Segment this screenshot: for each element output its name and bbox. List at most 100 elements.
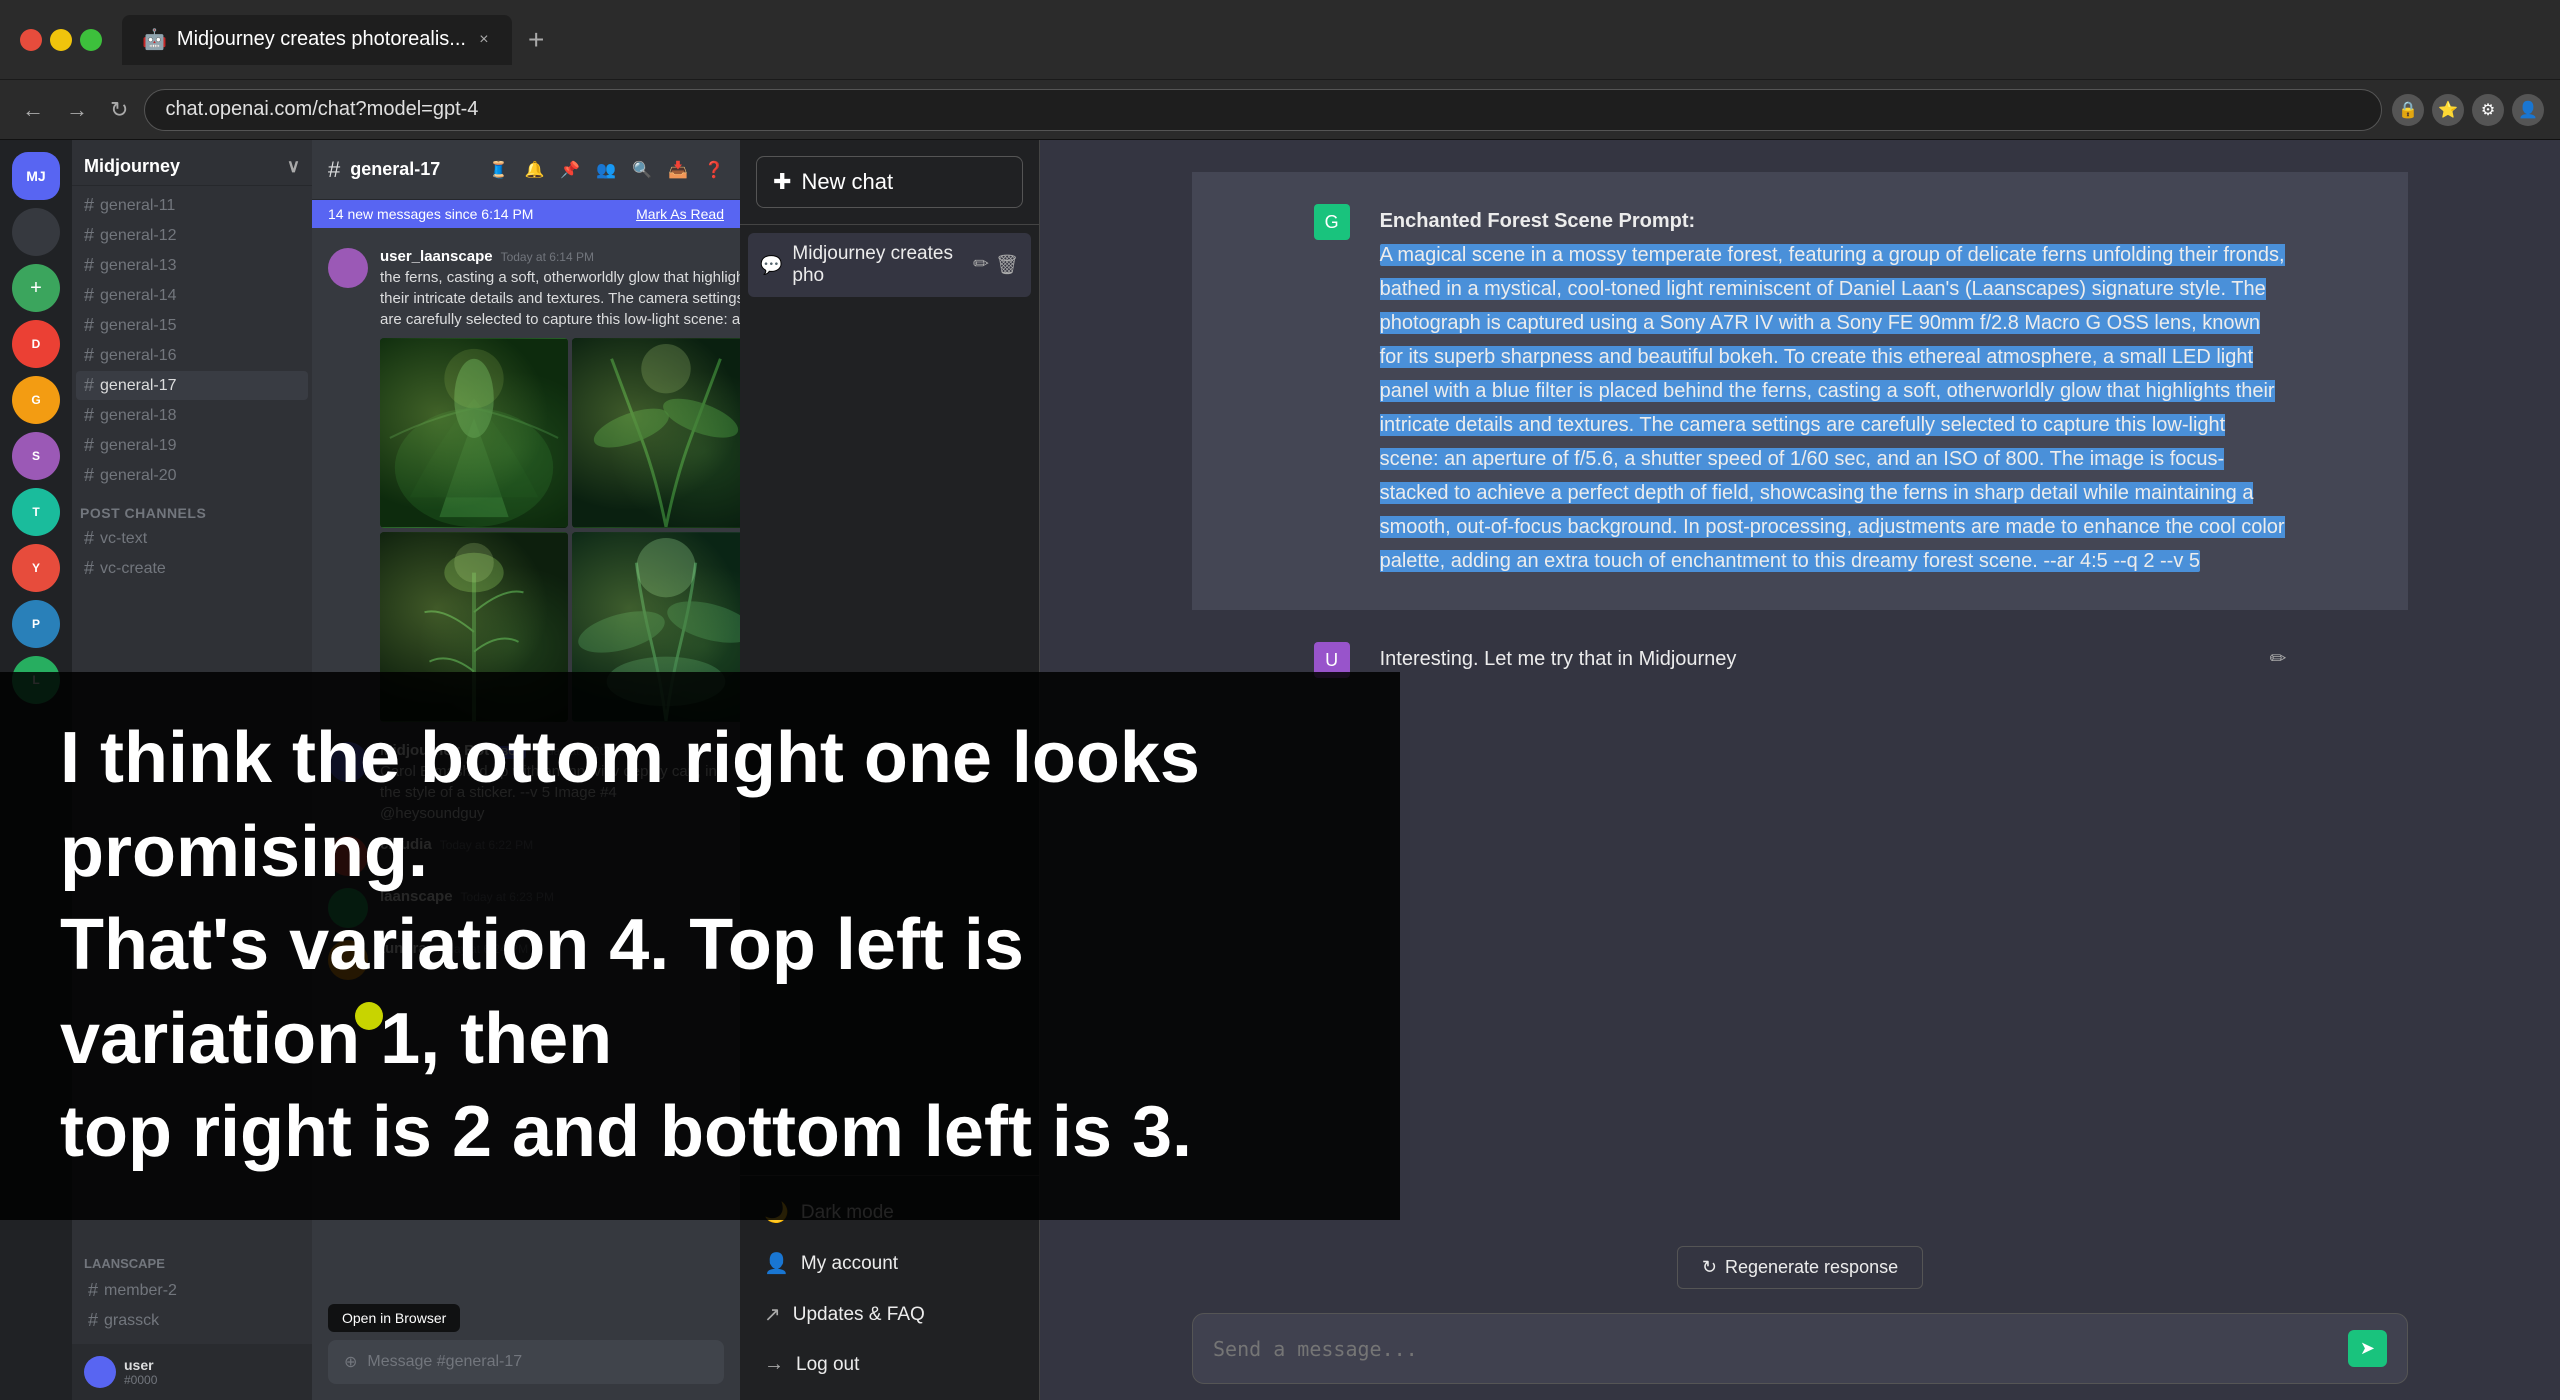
updates-faq-item[interactable]: ↗ Updates & FAQ: [752, 1290, 1027, 1339]
address-bar[interactable]: chat.openai.com/chat?model=gpt-4: [144, 89, 2382, 131]
server-icon-5[interactable]: G: [12, 376, 60, 424]
open-in-browser-button[interactable]: Open in Browser: [328, 1304, 460, 1332]
url-text: chat.openai.com/chat?model=gpt-4: [165, 98, 478, 121]
inbox-icon[interactable]: 📥: [668, 160, 688, 180]
history-item-midjourney[interactable]: 💬 Midjourney creates pho ✏ 🗑: [748, 233, 1031, 297]
chat-input[interactable]: ⊕ Message #general-17: [328, 1340, 724, 1384]
hash-icon: #: [84, 285, 94, 306]
channel-item-general-17[interactable]: # general-17: [76, 371, 308, 400]
notification-icon[interactable]: 🔔: [524, 160, 544, 180]
message-username: user_laanscape: [380, 248, 493, 265]
mark-as-read-button[interactable]: Mark As Read: [636, 206, 724, 222]
message-content: claudia Today at 6:22 PM: [380, 836, 724, 876]
back-button[interactable]: ←: [16, 91, 50, 129]
browser-icon-1[interactable]: 🔒: [2392, 94, 2424, 126]
avatar: [328, 742, 368, 782]
channel-item-vc-text[interactable]: # vc-text: [76, 524, 308, 553]
channel-item-general-14[interactable]: # general-14: [76, 281, 308, 310]
channel-item-general-13[interactable]: # general-13: [76, 251, 308, 280]
help-icon[interactable]: ❓: [704, 160, 724, 180]
edit-icon[interactable]: ✏: [2270, 642, 2287, 676]
browser-icon-3[interactable]: ⚙: [2472, 94, 2504, 126]
edit-icon[interactable]: ✏: [973, 253, 989, 277]
channel-item-grassck[interactable]: # grassck: [80, 1306, 304, 1335]
address-bar-row: ← → ↻ chat.openai.com/chat?model=gpt-4 🔒…: [0, 80, 2560, 140]
channel-item-general-16[interactable]: # general-16: [76, 341, 308, 370]
channel-list: Midjourney ∨ # general-11 # general-12 #…: [72, 140, 312, 1400]
channel-item-general-19[interactable]: # general-19: [76, 431, 308, 460]
table-row: Midjourney Bot BOT Today at 6:20 PM Caro…: [328, 738, 724, 828]
chatgpt-bottom-menu: 🌙 Dark mode 👤 My account ↗ Updates & FAQ…: [740, 1175, 1039, 1400]
chat-header: # general-17 🧵 🔔 📌 👥 🔍 📥 ❓: [312, 140, 740, 200]
my-account-item[interactable]: 👤 My account: [752, 1239, 1027, 1288]
fern-image-display-4: [572, 532, 740, 722]
channel-hash-icon: #: [328, 157, 340, 183]
delete-icon[interactable]: 🗑: [995, 253, 1019, 277]
channel-item-general-18[interactable]: # general-18: [76, 401, 308, 430]
new-chat-button[interactable]: ✚ New chat: [756, 156, 1023, 208]
chatgpt-messages-container: G Enchanted Forest Scene Prompt: A magic…: [1040, 140, 2560, 1238]
pin-icon[interactable]: 📌: [560, 160, 580, 180]
history-item-actions: ✏ 🗑: [973, 253, 1019, 277]
bot-badge: BOT: [497, 746, 526, 759]
chatgpt-message-input[interactable]: [1213, 1337, 2336, 1361]
avatar: [328, 940, 368, 980]
members-icon[interactable]: 👥: [596, 160, 616, 180]
forward-button[interactable]: →: [60, 91, 94, 129]
channel-item-general-12[interactable]: # general-12: [76, 221, 308, 250]
message-text: the ferns, casting a soft, otherworldly …: [380, 267, 740, 330]
message-content: Midjourney Bot BOT Today at 6:20 PM Caro…: [380, 742, 724, 824]
message-text: Carol B mashed up with an Innovitiv depl…: [380, 761, 724, 824]
unread-banner: 14 new messages since 6:14 PM Mark As Re…: [312, 200, 740, 228]
channel-item-vc-create[interactable]: # vc-create: [76, 554, 308, 583]
logout-item[interactable]: → Log out: [752, 1341, 1027, 1388]
chatgpt-input-area: ➤: [1040, 1297, 2560, 1400]
dark-mode-item[interactable]: 🌙 Dark mode: [752, 1188, 1027, 1237]
chevron-down-icon: ∨: [287, 156, 300, 177]
hash-icon: #: [84, 405, 94, 426]
hash-icon: #: [84, 375, 94, 396]
message-username: Midjourney Bot: [380, 742, 489, 759]
server-icon-4[interactable]: D: [12, 320, 60, 368]
table-row: laanscape Today at 6:23 PM: [328, 884, 724, 932]
hash-icon: #: [88, 1310, 98, 1331]
avatar: [328, 836, 368, 876]
history-item-label: Midjourney creates pho: [792, 243, 963, 287]
chat-input-area: ⊕ Message #general-17: [312, 1340, 740, 1400]
message-header: Midjourney Bot BOT Today at 6:20 PM: [380, 742, 724, 759]
server-icon-7[interactable]: T: [12, 488, 60, 536]
new-tab-button[interactable]: +: [516, 18, 556, 62]
channel-item-general-20[interactable]: # general-20: [76, 461, 308, 490]
logout-label: Log out: [796, 1354, 859, 1376]
browser-icon-4[interactable]: 👤: [2512, 94, 2544, 126]
message-header: laanscape Today at 6:23 PM: [380, 888, 724, 905]
server-icon-9[interactable]: P: [12, 600, 60, 648]
channel-item-general-11[interactable]: # general-11: [76, 191, 308, 220]
fern-image-1: [380, 338, 568, 528]
chat-history: 💬 Midjourney creates pho ✏ 🗑: [740, 225, 1039, 1175]
search-icon[interactable]: 🔍: [632, 160, 652, 180]
server-list: MJ + D G S T Y P L: [0, 140, 72, 1400]
server-header[interactable]: Midjourney ∨: [72, 140, 312, 186]
server-icon-midjourney[interactable]: MJ: [12, 152, 60, 200]
minimize-button[interactable]: [50, 29, 72, 51]
channel-item-member[interactable]: # member-2: [80, 1276, 304, 1305]
browser-icon-2[interactable]: ⭐: [2432, 94, 2464, 126]
channel-item-general-15[interactable]: # general-15: [76, 311, 308, 340]
close-button[interactable]: [20, 29, 42, 51]
server-icon-6[interactable]: S: [12, 432, 60, 480]
server-icon-3[interactable]: +: [12, 264, 60, 312]
server-icon-8[interactable]: Y: [12, 544, 60, 592]
server-icon-2[interactable]: [12, 208, 60, 256]
server-icon-10[interactable]: L: [12, 656, 60, 704]
hash-icon: #: [84, 465, 94, 486]
send-button[interactable]: ➤: [2348, 1330, 2387, 1367]
maximize-button[interactable]: [80, 29, 102, 51]
thread-icon[interactable]: 🧵: [489, 160, 509, 180]
message-timestamp: Today at 6:24 PM: [435, 942, 528, 956]
chatgpt-main: G Enchanted Forest Scene Prompt: A magic…: [1040, 140, 2560, 1400]
active-tab[interactable]: 🤖 Midjourney creates photorealis... ×: [122, 15, 512, 65]
refresh-button[interactable]: ↻: [104, 91, 134, 129]
tab-close-button[interactable]: ×: [476, 32, 492, 48]
regenerate-button[interactable]: ↻ Regenerate response: [1677, 1246, 1923, 1289]
